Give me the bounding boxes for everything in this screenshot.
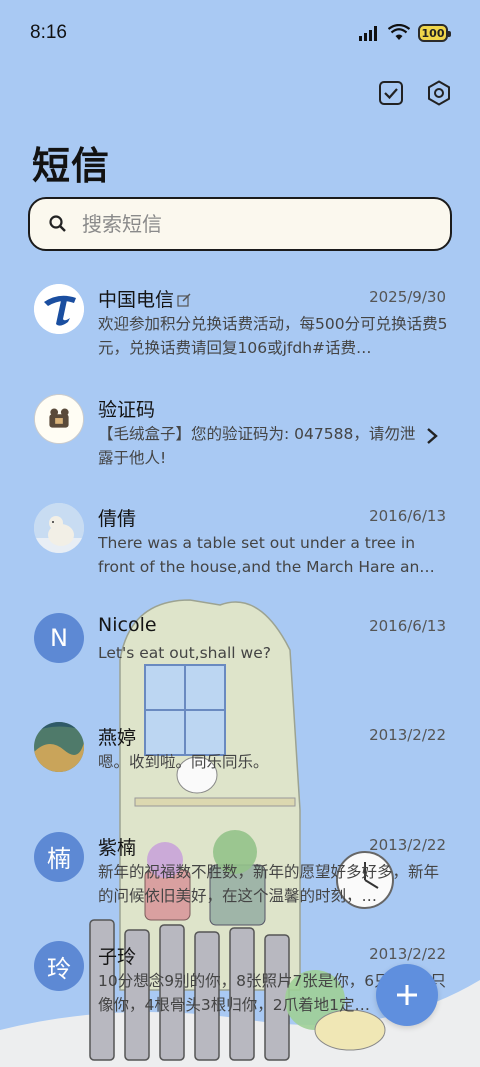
conversation-item[interactable]: N Nicole 2016/6/13 Let's eat out,shall w… [0,599,480,709]
china-telecom-avatar [34,284,84,334]
search-input[interactable] [82,212,412,236]
settings-gear-icon[interactable] [426,80,452,106]
message-date: 2013/2/22 [369,726,446,744]
message-date: 2013/2/22 [369,835,446,854]
contact-name: 紫楠 [98,836,137,859]
plus-icon [397,985,417,1005]
message-date: 2025/9/30 [369,288,446,306]
letter-avatar: 玲 [34,941,84,991]
message-date: 2016/6/13 [369,507,446,525]
conversation-item[interactable]: 中国电信 2025/9/30 欢迎参加积分兑换话费活动，每500分可兑换话费5元… [0,270,480,380]
message-preview: 嗯。收到啦。同乐同乐。 [98,753,269,771]
contact-name: Nicole [98,613,157,636]
search-bar[interactable] [28,197,452,251]
signal-icon [359,26,377,41]
plush-box-avatar [34,393,84,444]
message-preview: 【毛绒盒子】您的验证码为: 047588，请勿泄露于他人! [98,424,416,467]
checkbox-icon[interactable] [378,80,404,106]
message-date: 2016/6/13 [369,616,446,635]
message-preview: 新年的祝福数不胜数，新年的愿望好多好多，新年的问候依旧美好，在这个温馨的时刻，… [98,862,440,905]
message-preview: 欢迎参加积分兑换话费活动，每500分可兑换话费5元，兑换话费请回复106或jfd… [98,315,448,357]
wifi-icon [388,24,410,40]
contact-name: 验证码 [98,398,156,421]
conversation-item[interactable]: 楠 紫楠 2013/2/22 新年的祝福数不胜数，新年的愿望好多好多，新年的问候… [0,818,480,928]
conversation-list: 中国电信 2025/9/30 欢迎参加积分兑换话费活动，每500分可兑换话费5元… [0,270,480,1037]
chevron-right-icon[interactable] [424,426,440,446]
status-bar: 8:16 100 [0,0,480,68]
message-preview: There was a table set out under a tree i… [98,534,435,576]
contact-name: 倩倩 [98,508,137,530]
contact-name: 燕婷 [98,727,137,749]
top-actions [378,80,452,106]
conversation-item[interactable]: 倩倩 2016/6/13 There was a table set out u… [0,489,480,599]
battery-icon: 100 [418,24,451,42]
conversation-item[interactable]: 燕婷 2013/2/22 嗯。收到啦。同乐同乐。 [0,708,480,818]
search-icon [49,215,66,232]
status-icons: 100 [358,22,451,44]
conversation-item[interactable]: 验证码 【毛绒盒子】您的验证码为: 047588，请勿泄露于他人! [0,380,480,490]
edit-badge-icon [177,293,191,307]
landscape-avatar [34,722,84,772]
status-time: 8:16 [30,22,67,43]
letter-avatar: N [34,612,84,663]
page-title: 短信 [32,144,111,188]
compose-button[interactable] [376,964,438,1026]
message-date: 2013/2/22 [369,945,446,963]
contact-name: 中国电信 [98,285,191,312]
polar-bear-avatar [34,503,84,553]
message-preview: Let's eat out,shall we? [98,643,271,662]
contact-name: 子玲 [98,946,137,968]
letter-avatar: 楠 [34,831,84,882]
